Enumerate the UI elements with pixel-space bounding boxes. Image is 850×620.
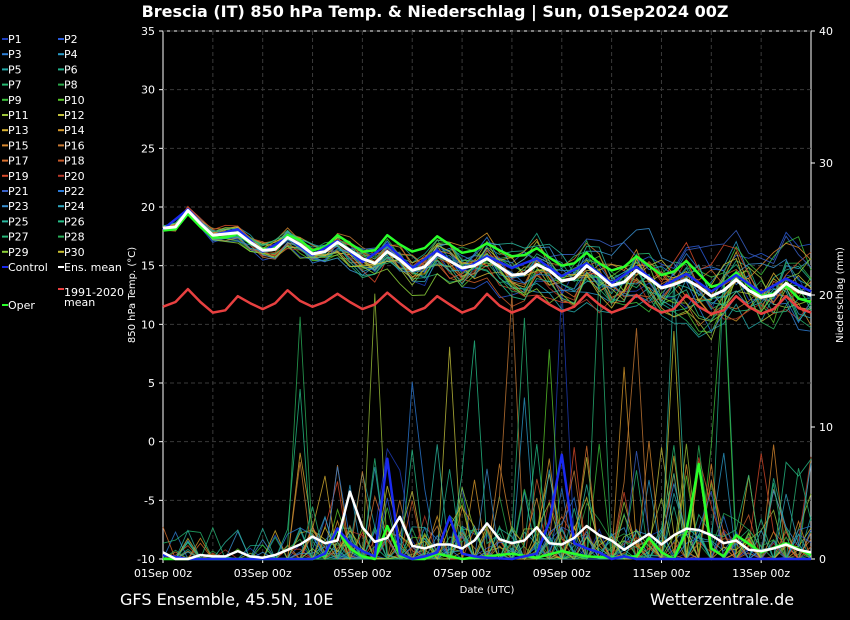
x-tick-label: 13Sep 00z	[732, 567, 790, 580]
legend-label: mean	[64, 296, 95, 309]
y-tick-label: 35	[141, 25, 155, 38]
y-tick-label: -5	[144, 494, 155, 507]
x-tick-label: 07Sep 00z	[433, 567, 491, 580]
x-tick-label: 05Sep 00z	[333, 567, 391, 580]
legend: P1 P2 P3 P4 P5 P6 P7 P8 P9 P10 P11 P12 P13 P14 P15 P16 P…	[2, 33, 124, 312]
legend-label: P22	[64, 185, 85, 198]
y2-tick-label: 40	[819, 25, 833, 38]
y-tick-label: 10	[141, 318, 155, 331]
legend-label: P14	[64, 124, 85, 137]
y2-tick-label: 20	[819, 289, 833, 302]
y2-axis-ticks: 40 30 20 10 0	[811, 25, 833, 566]
legend-label: P20	[64, 170, 85, 183]
x-tick-label: 09Sep 00z	[533, 567, 591, 580]
y2-tick-label: 0	[819, 553, 826, 566]
legend-label: P11	[8, 109, 29, 122]
chart: Brescia (IT) 850 hPa Temp. & Niederschla…	[2, 2, 846, 609]
legend-label: P24	[64, 200, 85, 213]
legend-label: P7	[8, 79, 22, 92]
legend-label: P19	[8, 170, 29, 183]
legend-label: P1	[8, 33, 22, 46]
legend-label: P8	[64, 79, 78, 92]
x-tick-label: 11Sep 00z	[632, 567, 690, 580]
legend-label: P15	[8, 139, 29, 152]
chart-title: Brescia (IT) 850 hPa Temp. & Niederschla…	[142, 2, 729, 22]
legend-label: P26	[64, 215, 85, 228]
legend-label: P17	[8, 155, 29, 168]
legend-label: P13	[8, 124, 29, 137]
x-tick-label: 03Sep 00z	[234, 567, 292, 580]
x-tick-label: 01Sep 00z	[134, 567, 192, 580]
y2-tick-label: 30	[819, 157, 833, 170]
y-tick-label: 5	[148, 377, 155, 390]
x-axis-ticks: 01Sep 00z 03Sep 00z 05Sep 00z 07Sep 00z 09Se…	[134, 559, 790, 580]
legend-label: P30	[64, 246, 85, 259]
y-tick-label: 20	[141, 201, 155, 214]
y-axis-label: 850 hPa Temp. (°C)	[127, 247, 138, 343]
footer-credit: Wetterzentrale.de	[650, 590, 794, 609]
y-tick-label: 15	[141, 260, 155, 273]
legend-label: P6	[64, 63, 78, 76]
legend-label: P23	[8, 200, 29, 213]
y-tick-label: -10	[137, 553, 155, 566]
legend-label: P16	[64, 139, 85, 152]
legend-label: P10	[64, 94, 85, 107]
legend-label: P18	[64, 155, 85, 168]
legend-label: Control	[8, 261, 48, 274]
legend-label: P29	[8, 246, 29, 259]
legend-label: Ens. mean	[64, 261, 122, 274]
legend-label: P25	[8, 215, 29, 228]
legend-label: P28	[64, 231, 85, 244]
legend-label: P12	[64, 109, 85, 122]
y-tick-label: 25	[141, 142, 155, 155]
legend-label: P9	[8, 94, 22, 107]
legend-label: P3	[8, 48, 22, 61]
legend-label: Oper	[8, 299, 35, 312]
y2-axis-label: Niederschlag (mm)	[835, 247, 846, 343]
legend-label: P4	[64, 48, 78, 61]
y-tick-label: 30	[141, 84, 155, 97]
x-axis-label: Date (UTC)	[460, 585, 515, 596]
footer-source: GFS Ensemble, 45.5N, 10E	[120, 590, 333, 609]
legend-label: P2	[64, 33, 78, 46]
legend-label: P5	[8, 63, 22, 76]
y-tick-label: 0	[148, 436, 155, 449]
legend-label: P21	[8, 185, 29, 198]
y2-tick-label: 10	[819, 421, 833, 434]
y-axis-ticks: 35 30 25 20 15 10 5 0 -5 -10	[137, 25, 163, 566]
legend-label: P27	[8, 231, 29, 244]
